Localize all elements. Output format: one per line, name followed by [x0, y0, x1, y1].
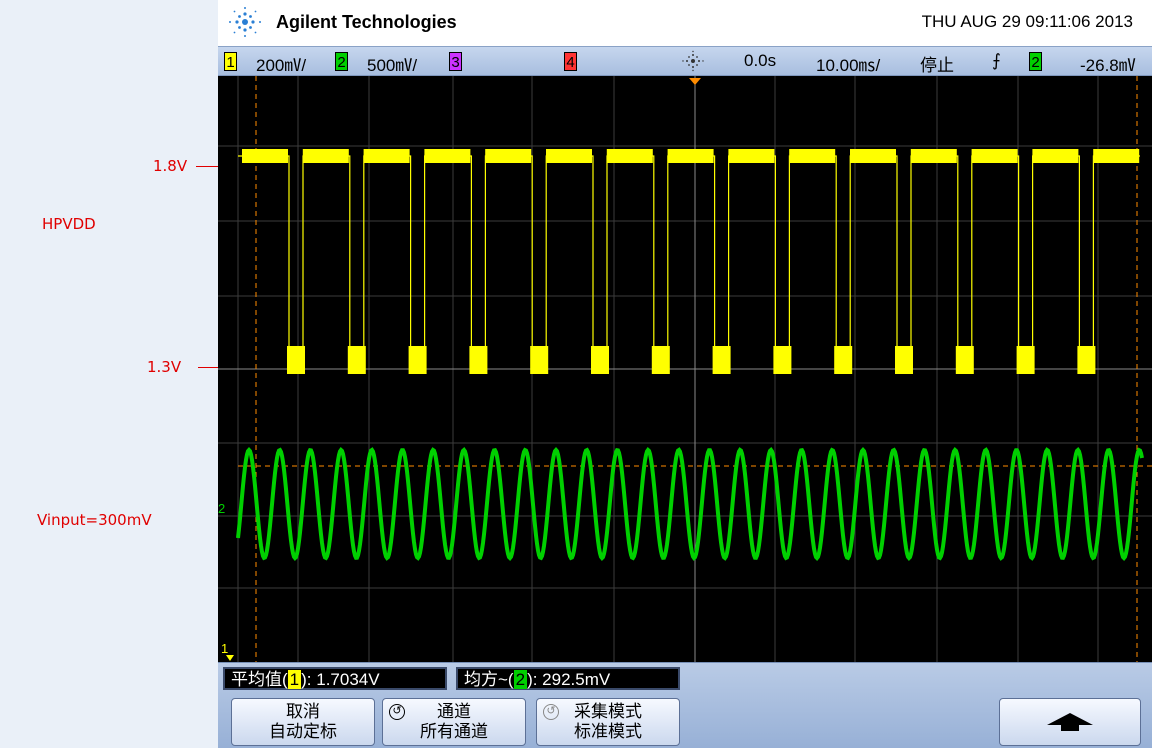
measurement-average-prefix: 平均值( — [231, 670, 288, 689]
channel-2-scale[interactable]: 500㎷/ — [367, 51, 417, 76]
softkey-bar: 平均值(1): 1.7034V 均方~(2): 292.5mV 取消 自动定标 … — [218, 662, 1152, 748]
channel-1-square-wave — [238, 149, 1140, 374]
measurement-rms-prefix: 均方~( — [464, 670, 514, 689]
measurement-rms-channel: 2 — [513, 670, 528, 689]
measurement-average-channel: 1 — [287, 670, 302, 689]
softkey-line-2: 所有通道 — [420, 722, 488, 742]
channel-1-low-pulse — [955, 346, 974, 374]
channel-1-low-pulse — [469, 346, 488, 374]
channel-1-low-pulse — [1077, 346, 1096, 374]
channels-button[interactable]: ↺ 通道 所有通道 — [382, 698, 526, 746]
channel-1-low-pulse — [834, 346, 853, 374]
channel-1-low-pulse — [591, 346, 609, 374]
channel-1-ground-marker: 1 — [221, 641, 228, 656]
channel-4-indicator[interactable]: 4 — [564, 52, 577, 71]
run-state[interactable]: 停止 — [920, 51, 954, 76]
channel-1-low-pulse — [1016, 346, 1035, 374]
date-time-display: THU AUG 29 09:11:06 2013 — [921, 12, 1133, 31]
softkey-line-2: 自动定标 — [269, 722, 337, 742]
channel-1-low-pulse — [895, 346, 913, 374]
measurement-rms-value: ): 292.5mV — [527, 670, 611, 689]
channel-1-low-pulse — [347, 346, 366, 374]
softkey-line-2: 标准模式 — [574, 722, 642, 742]
vinput-label: Vinput=300mV — [37, 511, 152, 529]
trigger-level[interactable]: -26.8㎷ — [1080, 51, 1136, 76]
annotation-panel: 1.8V HPVDD 1.3V Vinput=300mV — [0, 0, 263, 748]
channel-1-edges — [238, 155, 1140, 361]
channel-2-indicator[interactable]: 2 — [335, 52, 348, 71]
rotate-knob-icon: ↺ — [543, 704, 559, 720]
timebase-spark-icon — [682, 50, 704, 72]
channel-1-indicator[interactable]: 1 — [224, 52, 237, 71]
voltage-high-label: 1.8V — [153, 157, 188, 175]
timebase-scale[interactable]: 10.00㎳/ — [816, 51, 880, 76]
measurement-rms: 均方~(2): 292.5mV — [456, 667, 680, 690]
trigger-source-indicator[interactable]: 2 — [1029, 52, 1042, 71]
channel-1-low-pulse — [530, 346, 549, 374]
channel-1-ground-arrow-icon — [226, 655, 234, 661]
channel-1-low-pulse — [408, 346, 427, 374]
brand-header: Agilent Technologies THU AUG 29 09:11:06… — [218, 0, 1152, 46]
trigger-slope-icon[interactable]: ⨍ — [992, 51, 1001, 71]
channel-1-low-pulse — [287, 346, 305, 374]
trigger-position-marker-icon — [689, 78, 701, 85]
oscilloscope-screen: Agilent Technologies THU AUG 29 09:11:06… — [218, 0, 1152, 748]
channel-1-low-pulse — [773, 346, 792, 374]
hpvdd-label: HPVDD — [42, 215, 96, 233]
trigger-delay[interactable]: 0.0s — [744, 51, 776, 71]
channel-status-bar: 1 200㎷/ 2 500㎷/ 3 4 0.0s 10.00㎳/ 停止 ⨍ 2 … — [218, 46, 1152, 76]
channel-1-low-pulse — [712, 346, 731, 374]
measurement-average: 平均值(1): 1.7034V — [223, 667, 447, 690]
cancel-autoscale-button[interactable]: 取消 自动定标 — [231, 698, 375, 746]
up-arrow-icon — [1047, 713, 1093, 731]
channel-1-low-pulse — [651, 346, 670, 374]
rotate-knob-icon: ↺ — [389, 704, 405, 720]
brand-name: Agilent Technologies — [276, 12, 457, 32]
menu-up-button[interactable] — [999, 698, 1141, 746]
channel-2-ground-marker: 2 — [218, 501, 225, 516]
waveform-display: 2 1 — [218, 76, 1152, 662]
voltage-low-label: 1.3V — [147, 358, 182, 376]
channel-1-scale[interactable]: 200㎷/ — [256, 51, 306, 76]
channel-3-indicator[interactable]: 3 — [449, 52, 462, 71]
agilent-spark-logo-icon — [229, 7, 261, 37]
softkey-line-1: 取消 — [286, 702, 320, 722]
measurement-average-value: ): 1.7034V — [301, 670, 380, 689]
acquisition-mode-button[interactable]: ↺ 采集模式 标准模式 — [536, 698, 680, 746]
